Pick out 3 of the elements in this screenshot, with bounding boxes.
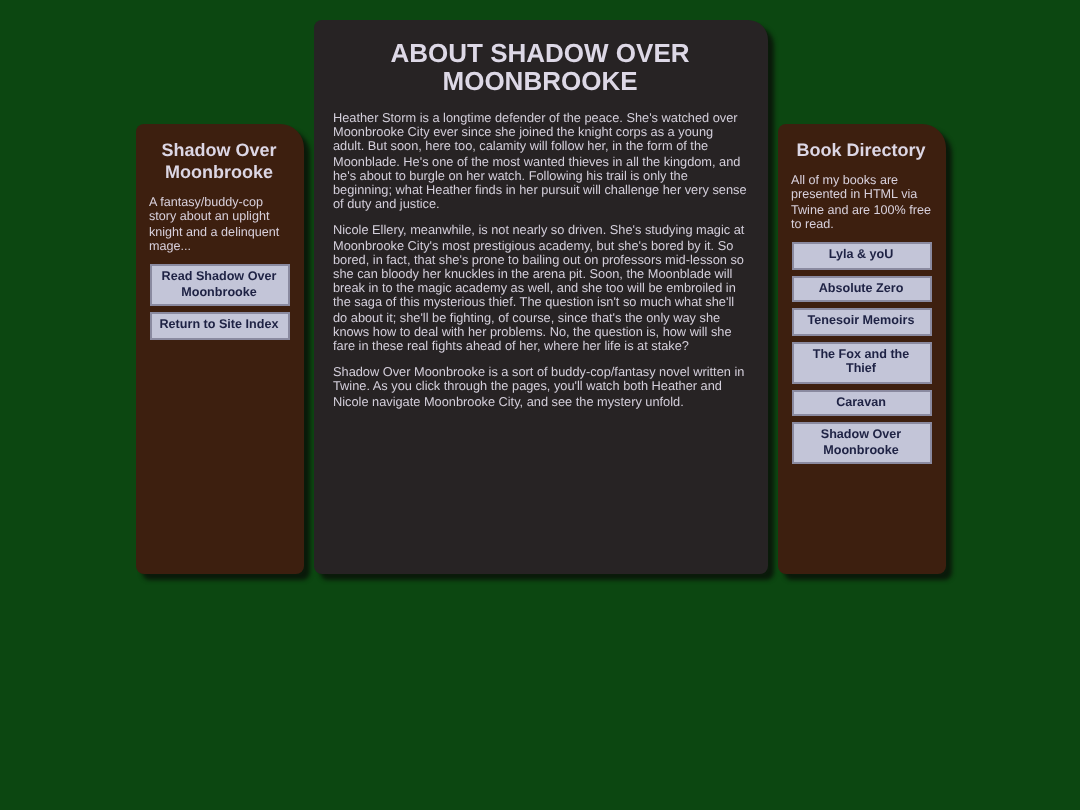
panel-title: Book Directory	[796, 140, 926, 162]
panel-title: Shadow Over Moonbrooke	[159, 140, 279, 184]
page-title: ABOUT SHADOW OVER MOONBROOKE	[388, 40, 692, 96]
